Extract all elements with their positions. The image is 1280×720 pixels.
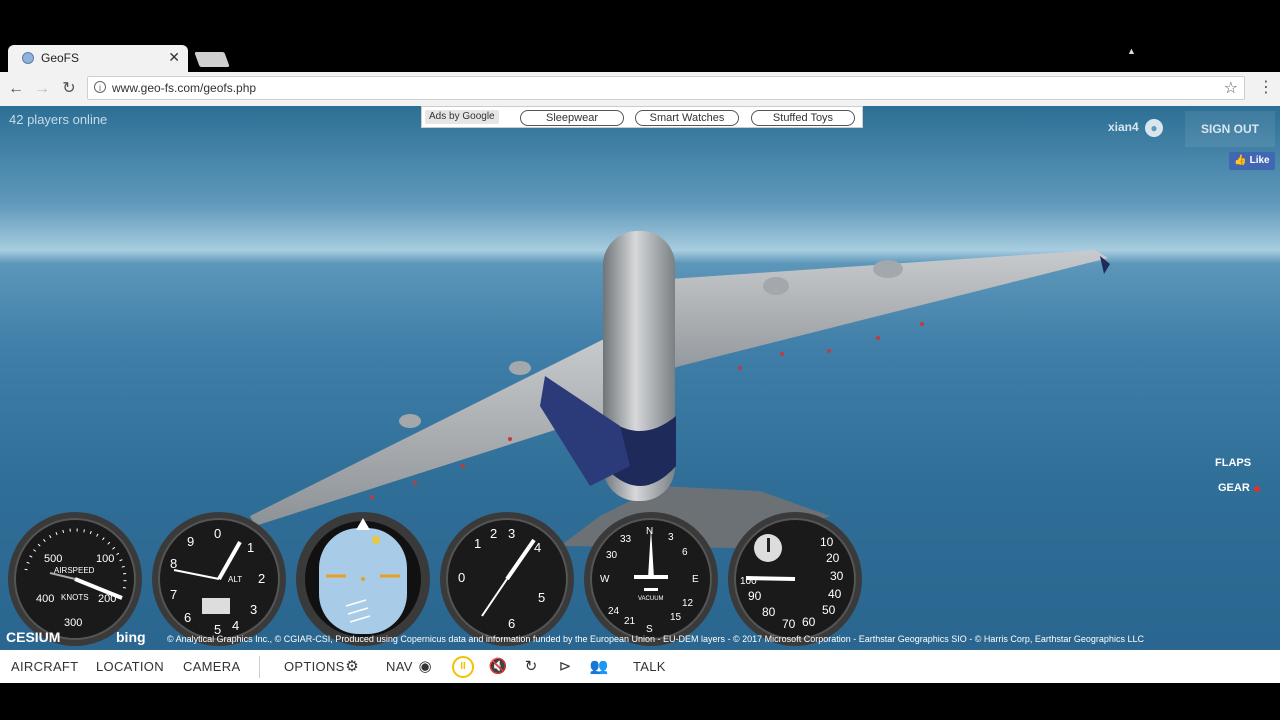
talk-button[interactable]: TALK [633, 659, 666, 674]
ad-button-sleepwear[interactable]: Sleepwear [520, 110, 624, 126]
geofs-favicon-icon [22, 52, 34, 64]
svg-text:50: 50 [822, 603, 836, 617]
airspeed-gauge: 500 100 400 200 300 AIRSPEED KNOTS [6, 510, 144, 648]
svg-text:0: 0 [458, 570, 465, 585]
pause-button[interactable]: II [452, 656, 474, 678]
svg-text:9: 9 [187, 534, 194, 549]
geofs-menu-bar: AIRCRAFT LOCATION CAMERA OPTIONS ⚙ NAV ◉… [0, 650, 1280, 683]
svg-text:60: 60 [802, 615, 816, 629]
os-title-bar [0, 0, 1280, 44]
attribution-text: © Analytical Graphics Inc., © CGIAR-CSI,… [167, 634, 1144, 644]
bookmark-star-icon[interactable]: ☆ [1224, 78, 1238, 98]
menu-divider [259, 656, 260, 678]
svg-text:N: N [646, 526, 653, 537]
gear-indicator: GEAR [1218, 482, 1250, 494]
info-icon[interactable]: i [94, 81, 106, 93]
profile-icon[interactable]: ▲ [1127, 46, 1136, 56]
ad-button-stuffed-toys[interactable]: Stuffed Toys [751, 110, 855, 126]
airspeed-tick-400: 400 [36, 593, 54, 605]
airspeed-tick-500: 500 [44, 553, 62, 565]
new-tab-button[interactable] [194, 52, 230, 67]
mute-icon[interactable]: 🔇 [487, 656, 509, 678]
username: xian4 [1108, 120, 1139, 134]
like-label: Like [1249, 155, 1270, 166]
sign-out-button[interactable]: SIGN OUT [1185, 111, 1275, 147]
svg-text:80: 80 [762, 605, 776, 619]
altimeter-gauge: 0 1 2 3 4 5 6 7 8 9 ALT [150, 510, 288, 648]
address-bar[interactable]: i www.geo-fs.com/geofs.php ☆ [87, 76, 1245, 100]
nav-menu-button[interactable]: NAV [386, 659, 413, 674]
browser-menu-icon[interactable]: ⋮ [1258, 80, 1274, 96]
user-avatar-icon[interactable]: ● [1145, 119, 1163, 137]
facebook-like-button[interactable]: 👍 Like [1229, 152, 1275, 170]
airspeed-tick-300: 300 [64, 617, 82, 629]
svg-text:3: 3 [250, 602, 257, 617]
heading-indicator: N 3 6 E 12 15 S 21 24 W 30 33 VACUUM [582, 510, 720, 648]
reset-icon[interactable]: ↻ [520, 656, 542, 678]
svg-text:40: 40 [828, 587, 842, 601]
svg-text:30: 30 [830, 569, 844, 583]
location-menu-button[interactable]: LOCATION [96, 659, 164, 674]
camera-menu-button[interactable]: CAMERA [183, 659, 240, 674]
svg-text:1: 1 [474, 536, 481, 551]
svg-text:20: 20 [826, 551, 840, 565]
svg-text:3: 3 [508, 526, 515, 541]
bing-logo[interactable]: bing [116, 629, 146, 645]
ads-by-google-label[interactable]: Ads by Google [425, 110, 499, 124]
svg-text:E: E [692, 574, 699, 585]
svg-text:1: 1 [247, 540, 254, 555]
options-menu-button[interactable]: OPTIONS [284, 659, 345, 674]
close-tab-icon[interactable]: ✕ [168, 49, 180, 66]
players-online: 42 players online [9, 112, 108, 127]
compass-icon[interactable]: ◉ [414, 656, 436, 678]
svg-text:30: 30 [606, 550, 618, 561]
svg-text:12: 12 [682, 598, 694, 609]
svg-text:5: 5 [538, 590, 545, 605]
map-credits: CESIUM bing © Analytical Graphics Inc., … [0, 629, 1280, 650]
svg-text:3: 3 [668, 532, 674, 543]
ad-button-smart-watches[interactable]: Smart Watches [635, 110, 739, 126]
ad-bar: Ads by Google Sleepwear Smart Watches St… [421, 106, 863, 128]
svg-text:21: 21 [624, 616, 636, 627]
svg-text:6: 6 [682, 547, 688, 558]
svg-text:2: 2 [490, 526, 497, 541]
altimeter-label: ALT [228, 575, 242, 584]
browser-tab[interactable]: GeoFS ✕ [8, 45, 188, 72]
airspeed-label: AIRSPEED [54, 566, 95, 575]
reload-icon[interactable]: ↻ [58, 78, 80, 100]
vacuum-label: VACUUM [638, 596, 664, 602]
svg-text:33: 33 [620, 534, 632, 545]
tab-title: GeoFS [41, 51, 80, 65]
cesium-logo[interactable]: CESIUM [6, 629, 60, 645]
gear-light-icon [1254, 486, 1260, 492]
browser-toolbar: ← → ↻ i www.geo-fs.com/geofs.php ☆ ⋮ [0, 72, 1280, 107]
flight-viewport[interactable]: 42 players online Ads by Google Sleepwea… [0, 106, 1280, 650]
multiplayer-users-icon[interactable]: 👥 [588, 656, 610, 678]
url-text[interactable]: www.geo-fs.com/geofs.php [112, 81, 256, 95]
svg-text:0: 0 [214, 526, 221, 541]
svg-text:24: 24 [608, 606, 620, 617]
attitude-indicator [294, 510, 432, 648]
vertical-speed-gauge: 10 20 30 40 50 60 70 80 90 100 [726, 510, 864, 648]
turn-coordinator-gauge: 1 2 3 4 5 6 0 [438, 510, 576, 648]
svg-text:15: 15 [670, 612, 682, 623]
svg-text:7: 7 [170, 587, 177, 602]
svg-text:2: 2 [258, 571, 265, 586]
forward-arrow-icon[interactable]: → [31, 78, 53, 100]
svg-text:10: 10 [820, 535, 834, 549]
svg-text:90: 90 [748, 589, 762, 603]
aircraft-menu-button[interactable]: AIRCRAFT [11, 659, 78, 674]
airspeed-unit: KNOTS [61, 593, 89, 602]
back-arrow-icon[interactable]: ← [5, 78, 27, 100]
svg-text:8: 8 [170, 556, 177, 571]
flaps-indicator: FLAPS [1215, 457, 1252, 469]
svg-text:W: W [600, 574, 610, 585]
airspeed-tick-100: 100 [96, 553, 114, 565]
svg-text:4: 4 [534, 540, 541, 555]
svg-text:6: 6 [184, 610, 191, 625]
autopilot-play-icon[interactable]: ⊳ [554, 656, 576, 678]
gear-icon[interactable]: ⚙ [341, 656, 363, 678]
screen-bottom-border [0, 683, 1280, 720]
